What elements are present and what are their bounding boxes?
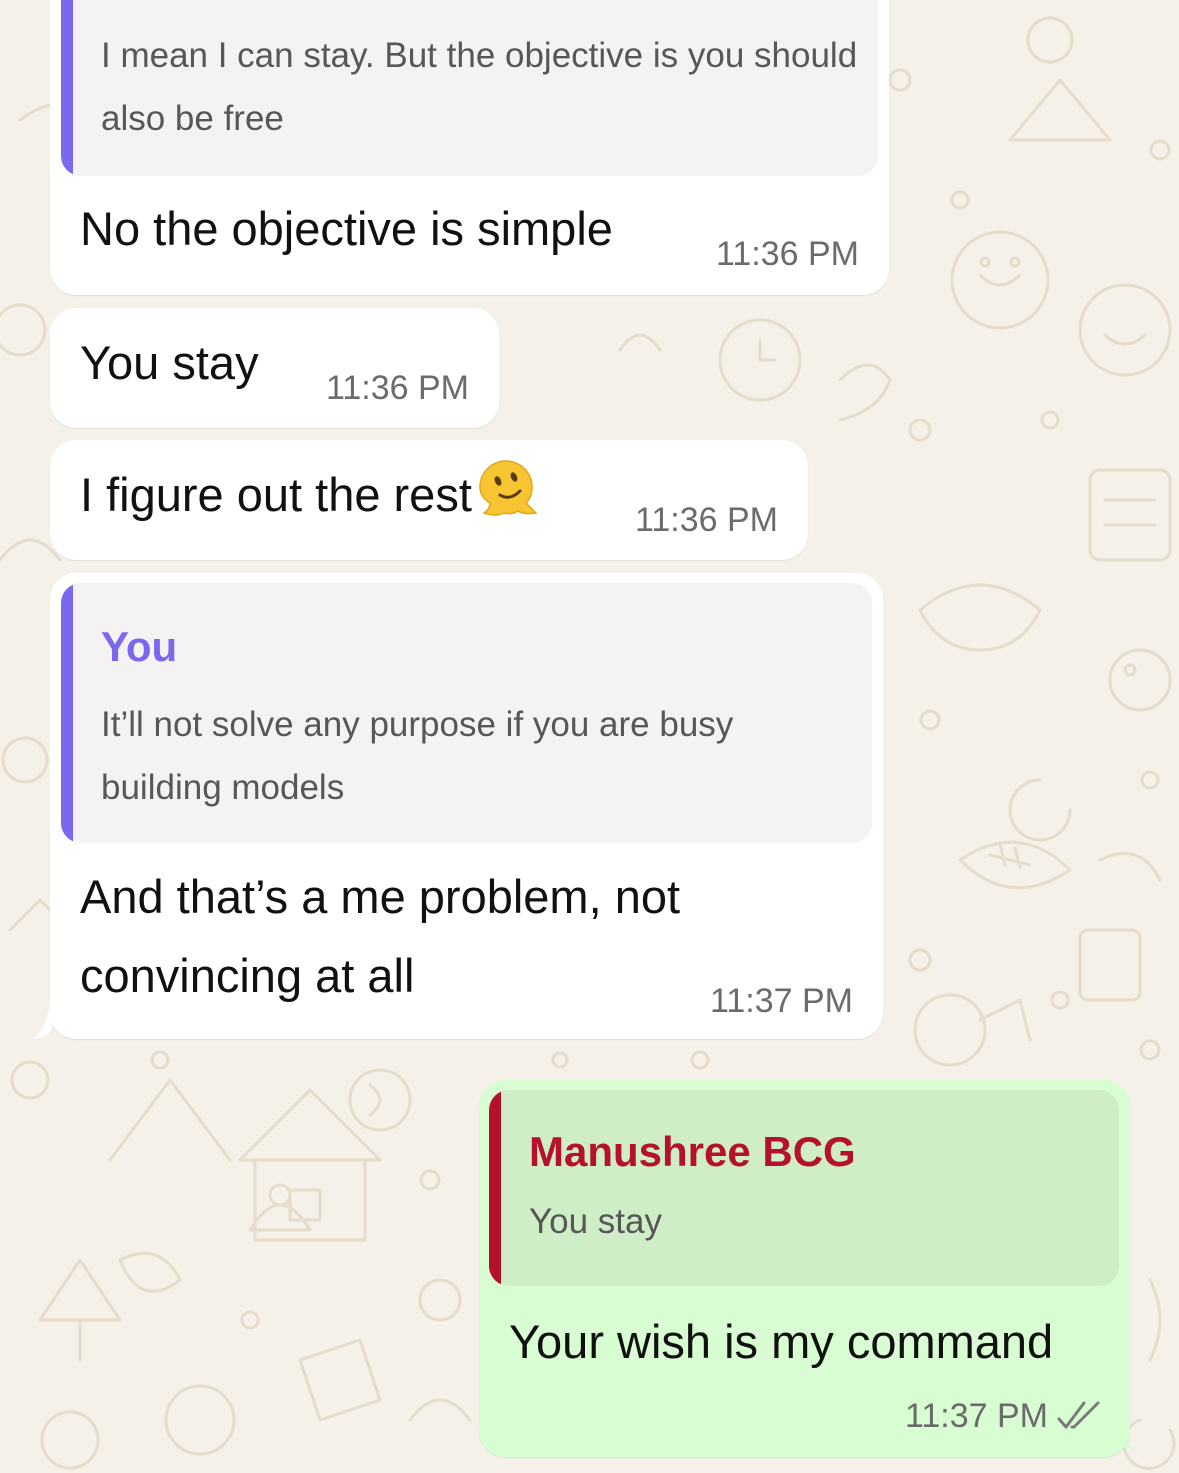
message-text: You stay	[80, 336, 259, 389]
quote-accent-bar	[61, 0, 73, 176]
message-text-content: I figure out the rest	[80, 468, 472, 521]
message-timestamp: 11:36 PM	[325, 369, 469, 407]
quoted-text: I mean I can stay. But the objective is …	[101, 36, 858, 138]
message-timestamp: 11:37 PM	[905, 1397, 1102, 1436]
quoted-text: It’ll not solve any purpose if you are b…	[101, 705, 734, 807]
quoted-message[interactable]: Manushree BCG You stay	[489, 1090, 1119, 1286]
quote-accent-bar	[489, 1090, 501, 1286]
incoming-message[interactable]: You stay 11:36 PM	[50, 308, 499, 428]
outgoing-message[interactable]: Manushree BCG You stay Your wish is my c…	[479, 1080, 1130, 1457]
message-timestamp: 11:36 PM	[715, 235, 859, 273]
quoted-author: Manushree BCG	[529, 1128, 856, 1175]
incoming-message[interactable]: I figure out the rest 11:36 PM	[50, 440, 808, 560]
message-text: No the objective is simple	[80, 202, 613, 255]
read-double-tick-icon	[1057, 1401, 1100, 1429]
quoted-text: You stay	[529, 1202, 662, 1241]
melting-face-emoji-icon	[479, 460, 538, 516]
message-timestamp-text: 11:37 PM	[904, 1397, 1048, 1435]
quoted-message[interactable]: I mean I can stay. But the objective is …	[61, 0, 878, 176]
quote-accent-bar	[61, 583, 73, 843]
incoming-message[interactable]: You It’ll not solve any purpose if you a…	[50, 573, 883, 1039]
incoming-message[interactable]: I mean I can stay. But the objective is …	[50, 0, 889, 295]
quoted-author: You	[101, 623, 178, 670]
message-text: And that’s a me problem, not convincing …	[80, 870, 681, 1002]
quoted-message[interactable]: You It’ll not solve any purpose if you a…	[61, 583, 872, 843]
message-timestamp: 11:37 PM	[709, 982, 853, 1020]
message-text: I figure out the rest	[80, 455, 538, 534]
message-text: Your wish is my command	[509, 1315, 1054, 1368]
message-timestamp: 11:36 PM	[634, 501, 778, 539]
